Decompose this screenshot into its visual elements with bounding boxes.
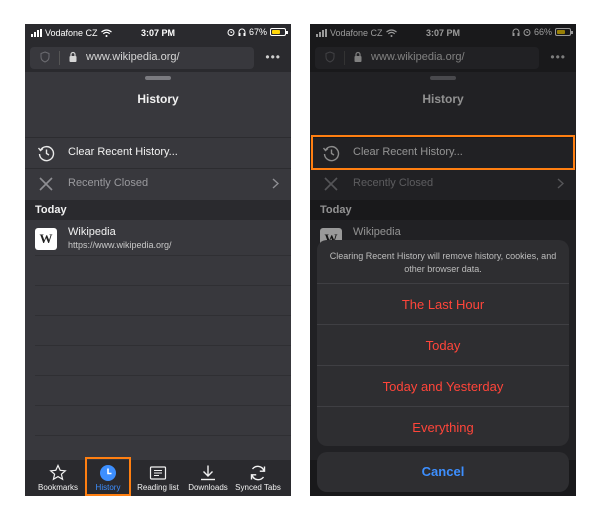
star-icon [33, 464, 83, 482]
url-field[interactable]: www.wikipedia.org/ [30, 47, 254, 69]
option-today[interactable]: Today [317, 324, 569, 365]
tab-downloads[interactable]: Downloads [183, 460, 233, 496]
action-sheet-message: Clearing Recent History will remove hist… [329, 251, 557, 274]
wikipedia-icon: W [35, 228, 57, 250]
url-separator [59, 51, 60, 65]
list-divider [35, 285, 291, 286]
tab-label: Synced Tabs [235, 483, 281, 492]
url-text: www.wikipedia.org/ [86, 51, 180, 63]
sync-icon [233, 464, 283, 482]
history-tab-highlight [85, 457, 131, 496]
lock-icon [69, 51, 77, 62]
option-today-and-yesterday[interactable]: Today and Yesterday [317, 365, 569, 406]
recently-closed-row[interactable]: Recently Closed [25, 168, 291, 198]
headphones-icon [238, 28, 246, 36]
clear-history-highlight [311, 135, 575, 170]
tab-synced-tabs[interactable]: Synced Tabs [233, 460, 283, 496]
recently-closed-label: Recently Closed [68, 177, 149, 189]
status-bar: Vodafone CZ 3:07 PM 67% [25, 24, 291, 42]
close-icon [39, 177, 53, 191]
more-menu-icon[interactable]: ••• [265, 50, 281, 64]
shield-icon[interactable] [40, 51, 50, 63]
status-right: 67% [227, 27, 288, 37]
history-clock-icon [37, 145, 55, 162]
cancel-button[interactable]: Cancel [317, 452, 569, 492]
list-divider [35, 405, 291, 406]
download-icon [183, 464, 233, 482]
option-last-hour[interactable]: The Last Hour [317, 283, 569, 324]
alarm-icon [227, 29, 235, 36]
clear-recent-history-row[interactable]: Clear Recent History... [25, 137, 291, 167]
url-bar: www.wikipedia.org/ ••• [25, 42, 291, 72]
section-header-today: Today [25, 200, 291, 220]
clear-recent-history-label: Clear Recent History... [68, 146, 178, 158]
list-divider [35, 345, 291, 346]
left-phone-screen: Vodafone CZ 3:07 PM 67% www.wikipedia.or… [25, 24, 291, 496]
battery-percent: 67% [248, 27, 267, 37]
option-everything[interactable]: Everything [317, 406, 569, 446]
battery-icon [270, 28, 288, 36]
bottom-tab-bar: Bookmarks History Reading list Downloads… [25, 460, 291, 496]
history-item-title: Wikipedia [68, 226, 116, 238]
panel-title: History [137, 92, 179, 106]
panel-grabber[interactable] [145, 76, 171, 80]
right-phone-screen: Vodafone CZ 3:07 PM 66% www.wikipedia.or… [310, 24, 576, 496]
book-icon [133, 464, 183, 482]
history-item-url: https://www.wikipedia.org/ [68, 240, 172, 250]
list-divider [35, 435, 291, 436]
history-item-wikipedia[interactable]: W Wikipedia https://www.wikipedia.org/ [25, 222, 291, 254]
tab-reading-list[interactable]: Reading list [133, 460, 183, 496]
list-divider [35, 315, 291, 316]
tab-bookmarks[interactable]: Bookmarks [33, 460, 83, 496]
history-panel: History Clear Recent History... Recently… [25, 72, 291, 460]
list-divider [35, 375, 291, 376]
clear-history-action-sheet: Clearing Recent History will remove hist… [317, 240, 569, 446]
chevron-right-icon [272, 178, 279, 189]
list-divider [35, 255, 291, 256]
